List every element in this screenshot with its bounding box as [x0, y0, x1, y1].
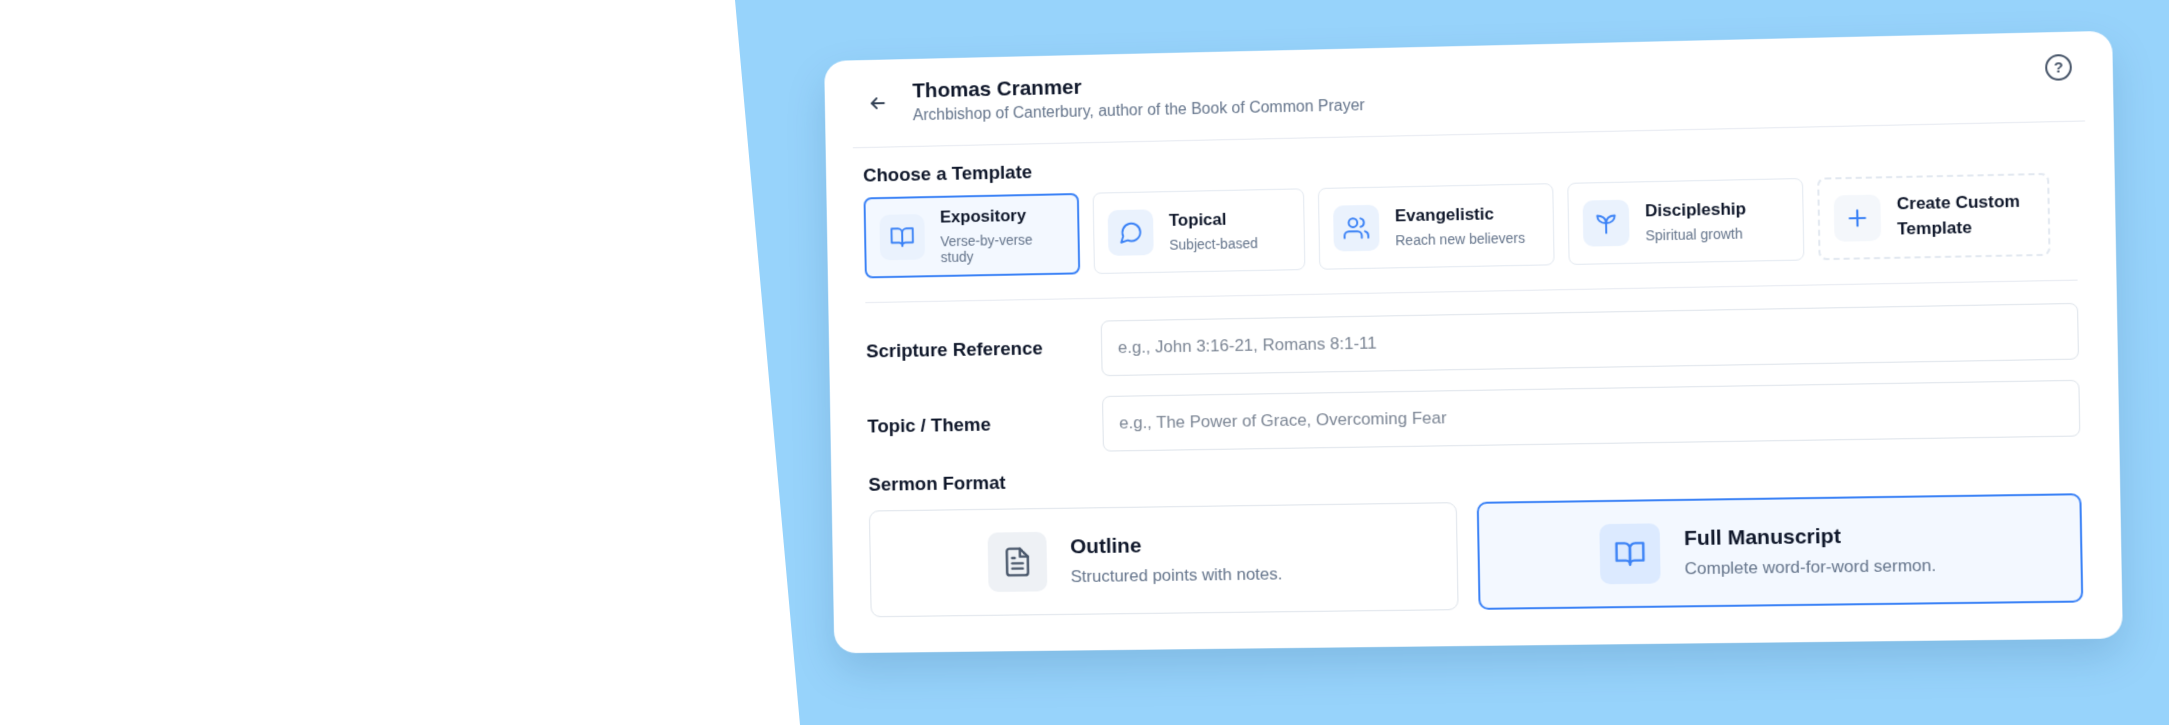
template-desc: Verse-by-verse study: [940, 231, 1033, 266]
template-list: Expository Verse-by-verse study Topical …: [863, 172, 2078, 279]
template-name: Create Custom Template: [1896, 192, 2021, 239]
format-outline[interactable]: Outline Structured points with notes.: [868, 502, 1459, 618]
arrow-left-icon: [868, 93, 888, 113]
template-topical[interactable]: Topical Subject-based: [1092, 188, 1306, 275]
format-name: Outline: [1069, 534, 1142, 559]
scripture-label: Scripture Reference: [865, 338, 1043, 363]
template-discipleship[interactable]: Discipleship Spiritual growth: [1567, 177, 1805, 266]
topic-row: Topic / Theme: [867, 379, 2081, 455]
sprout-icon: [1582, 199, 1630, 247]
scripture-input[interactable]: [1100, 302, 2080, 377]
template-name: Evangelistic: [1394, 204, 1495, 226]
card-wrapper: Thomas Cranmer Archbishop of Canterbury,…: [824, 30, 2123, 654]
plus-icon: [1833, 194, 1882, 242]
message-circle-icon: [1107, 209, 1154, 256]
format-desc: Structured points with notes.: [1070, 564, 1283, 587]
scripture-row: Scripture Reference: [865, 302, 2080, 380]
template-desc: Subject-based: [1169, 235, 1258, 253]
divider: [865, 279, 2078, 304]
format-options: Outline Structured points with notes. Fu…: [868, 493, 2084, 618]
template-name: Discipleship: [1644, 199, 1747, 221]
help-circle-icon: ?: [2053, 58, 2064, 77]
topic-input[interactable]: [1102, 379, 2081, 452]
topic-label: Topic / Theme: [867, 414, 992, 438]
template-evangelistic[interactable]: Evangelistic Reach new believers: [1317, 183, 1555, 270]
back-button[interactable]: [862, 87, 894, 119]
users-icon: [1333, 204, 1380, 252]
template-name: Topical: [1168, 209, 1227, 230]
template-desc: Spiritual growth: [1645, 225, 1743, 244]
book-open-icon: [879, 213, 926, 261]
create-custom-template-button[interactable]: Create Custom Template: [1817, 172, 2051, 261]
format-full-manuscript[interactable]: Full Manuscript Complete word-for-word s…: [1476, 493, 2084, 610]
sermon-setup-card: Thomas Cranmer Archbishop of Canterbury,…: [824, 30, 2123, 654]
template-name: Expository: [939, 205, 1027, 227]
file-text-icon: [987, 531, 1048, 593]
book-open-icon: [1599, 523, 1661, 585]
format-heading: Sermon Format: [868, 472, 1006, 496]
header-text: Thomas Cranmer Archbishop of Canterbury,…: [912, 69, 1365, 125]
template-expository[interactable]: Expository Verse-by-verse study: [863, 192, 1081, 279]
format-desc: Complete word-for-word sermon.: [1684, 555, 1937, 579]
template-desc: Reach new believers: [1395, 229, 1526, 249]
format-name: Full Manuscript: [1683, 524, 1842, 551]
